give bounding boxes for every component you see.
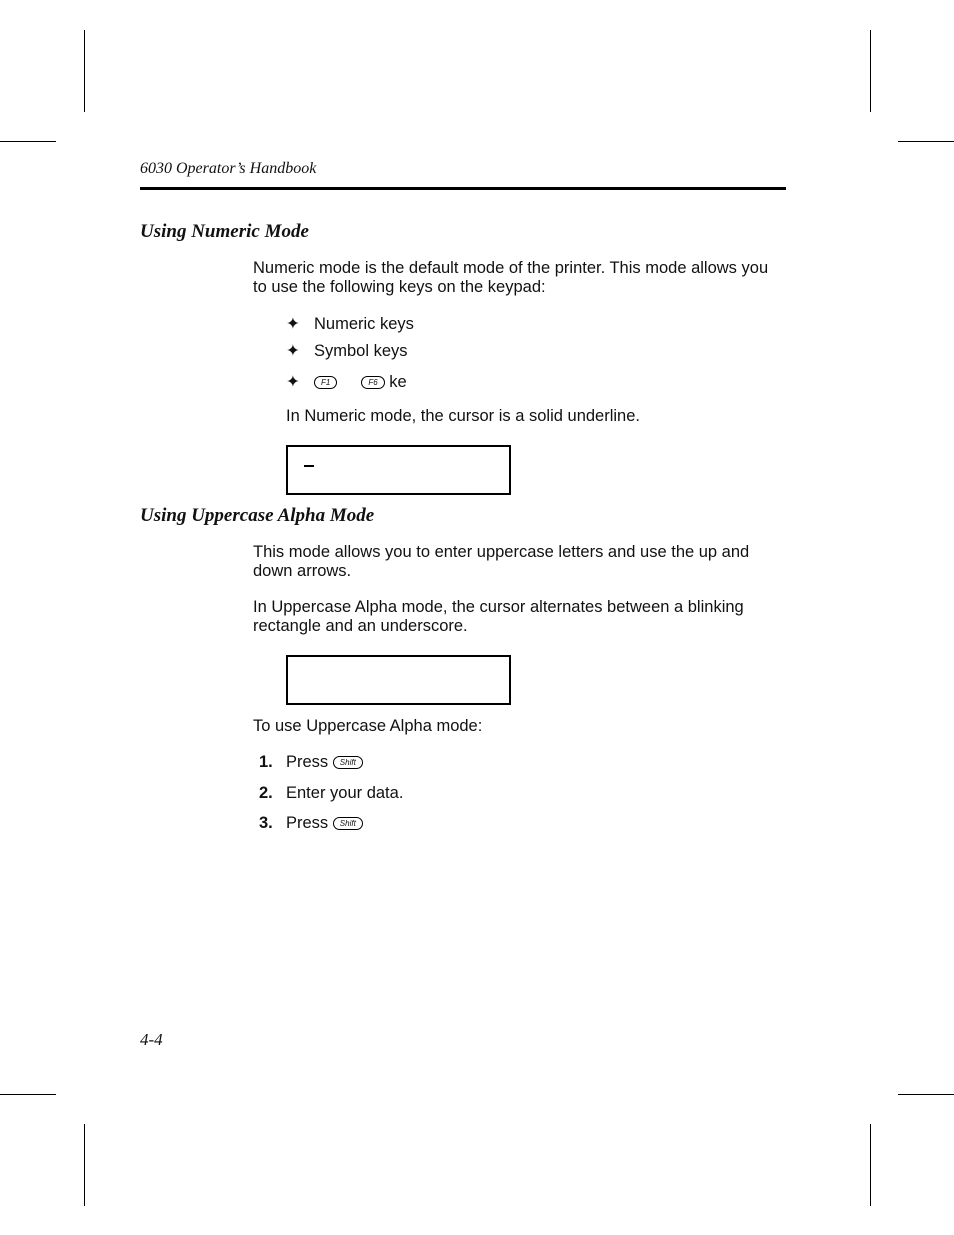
step-number: 1. (259, 753, 273, 771)
crop-mark (84, 1124, 85, 1206)
steps-lead: To use Uppercase Alpha mode: (253, 717, 483, 735)
header-rule (140, 187, 786, 190)
step-item: 1. Press Shift (259, 753, 363, 772)
shift-key-icon: Shift (332, 817, 363, 831)
bullet-text: Numeric keys (314, 315, 414, 333)
crop-mark (0, 1094, 56, 1095)
bullet-item: ✦ F1 F6 ke (286, 372, 407, 392)
display-uppercase (286, 655, 511, 705)
bullet-item: ✦ Numeric keys (286, 314, 414, 334)
cursor-underline (304, 465, 314, 467)
step-number: 3. (259, 814, 273, 832)
crop-mark (84, 30, 85, 112)
step-text: Press (286, 753, 329, 771)
display-numeric (286, 445, 511, 495)
crop-mark (0, 141, 56, 142)
bullet-icon: ✦ (286, 315, 300, 333)
bullet-icon: ✦ (286, 342, 300, 360)
step-text: Enter your data. (286, 784, 404, 802)
section-heading-uppercase: Using Uppercase Alpha Mode (140, 505, 375, 526)
numeric-cursor-note: In Numeric mode, the cursor is a solid u… (286, 407, 640, 425)
shift-key-icon: Shift (332, 756, 363, 770)
step-item: 2. Enter your data. (259, 784, 403, 803)
bullet-item: ✦ Symbol keys (286, 341, 408, 361)
step-item: 3. Press Shift (259, 814, 363, 833)
page-number: 4-4 (140, 1030, 163, 1049)
f6-key-icon: F6 (361, 376, 385, 390)
crop-mark (898, 141, 954, 142)
crop-mark (870, 30, 871, 112)
step-number: 2. (259, 784, 273, 802)
step-text: Press (286, 814, 329, 832)
crop-mark (870, 1124, 871, 1206)
uppercase-cursor-note: In Uppercase Alpha mode, the cursor alte… (253, 598, 744, 635)
bullet-text: ke (389, 373, 407, 391)
f1-key-icon: F1 (314, 376, 338, 390)
numeric-intro: Numeric mode is the default mode of the … (253, 259, 769, 296)
crop-mark (898, 1094, 954, 1095)
section-heading-numeric: Using Numeric Mode (140, 221, 309, 242)
bullet-icon: ✦ (286, 373, 300, 391)
running-header: 6030 Operator’s Handbook (140, 160, 317, 177)
uppercase-intro: This mode allows you to enter uppercase … (253, 543, 750, 580)
bullet-text: Symbol keys (314, 342, 408, 360)
